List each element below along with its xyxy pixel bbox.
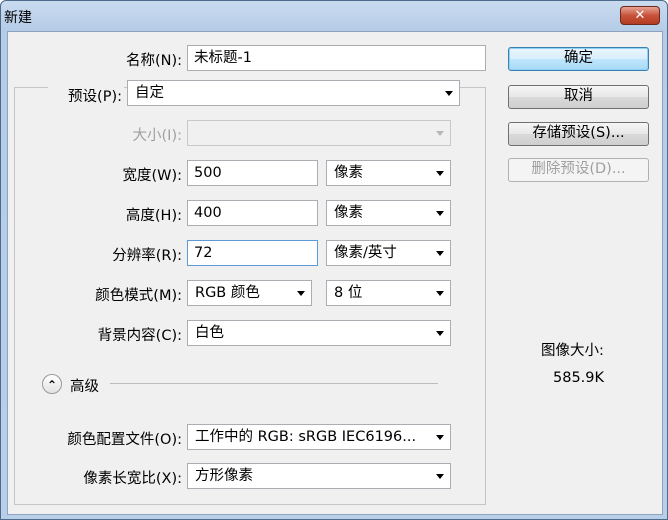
image-size-label: 图像大小:: [541, 343, 604, 359]
title-bar[interactable]: 新建 ✕: [1, 1, 667, 31]
image-size-value: 585.9K: [553, 370, 605, 386]
width-input[interactable]: 500: [187, 160, 318, 186]
chevron-down-icon: [436, 331, 444, 336]
preset-select[interactable]: 自定: [127, 80, 460, 106]
chevron-down-icon: [436, 474, 444, 479]
width-unit-select[interactable]: 像素: [326, 160, 451, 186]
chevron-down-icon: [436, 435, 444, 440]
background-select[interactable]: 白色: [187, 320, 451, 346]
size-label: 大小(I):: [132, 128, 182, 144]
chevron-down-icon: [297, 291, 305, 296]
cancel-button[interactable]: 取消: [508, 85, 649, 109]
resolution-input[interactable]: 72: [187, 240, 318, 266]
bit-depth-select[interactable]: 8 位: [326, 280, 451, 306]
pixel-aspect-label: 像素长宽比(X):: [83, 471, 182, 487]
save-preset-button[interactable]: 存储预设(S)...: [508, 122, 649, 146]
color-profile-select[interactable]: 工作中的 RGB: sRGB IEC6196...: [187, 424, 451, 450]
close-button[interactable]: ✕: [620, 6, 660, 25]
name-input[interactable]: 未标题-1: [187, 45, 486, 71]
chevron-up-icon: ⌃: [46, 378, 58, 392]
background-value: 白色: [195, 325, 224, 341]
width-unit-value: 像素: [334, 165, 363, 181]
resolution-unit-value: 像素/英寸: [334, 245, 397, 261]
advanced-toggle-button[interactable]: ⌃: [42, 374, 62, 394]
preset-label: 预设(P):: [48, 85, 124, 106]
pixel-aspect-value: 方形像素: [195, 468, 253, 484]
close-icon: ✕: [634, 8, 646, 23]
name-label: 名称(N):: [125, 53, 182, 69]
dialog-body: 名称(N): 未标题-1 预设(P): 自定 大小(I): 宽度(W): 500…: [7, 31, 663, 515]
height-unit-select[interactable]: 像素: [326, 200, 451, 226]
color-mode-value: RGB 颜色: [195, 285, 260, 301]
chevron-down-icon: [436, 251, 444, 256]
height-label: 高度(H):: [125, 208, 182, 224]
background-label: 背景内容(C):: [97, 328, 182, 344]
height-input[interactable]: 400: [187, 200, 318, 226]
width-label: 宽度(W):: [122, 168, 182, 184]
preset-value: 自定: [135, 85, 164, 101]
size-select: [187, 120, 451, 146]
color-profile-value: 工作中的 RGB: sRGB IEC6196...: [195, 429, 417, 445]
ok-button[interactable]: 确定: [508, 47, 649, 71]
chevron-down-icon: [436, 211, 444, 216]
color-mode-select[interactable]: RGB 颜色: [187, 280, 312, 306]
window-title: 新建: [4, 10, 32, 26]
chevron-down-icon: [436, 131, 444, 136]
color-mode-label: 颜色模式(M):: [95, 288, 182, 304]
chevron-down-icon: [436, 291, 444, 296]
advanced-divider: [110, 383, 438, 384]
delete-preset-button: 删除预设(D)...: [508, 158, 649, 182]
advanced-label: 高级: [70, 379, 99, 395]
resolution-unit-select[interactable]: 像素/英寸: [326, 240, 451, 266]
color-profile-label: 颜色配置文件(O):: [67, 432, 182, 448]
bit-depth-value: 8 位: [334, 285, 363, 301]
resolution-label: 分辨率(R):: [112, 248, 182, 264]
new-document-dialog: 新建 ✕ 名称(N): 未标题-1 预设(P): 自定 大小(I): 宽度(W)…: [0, 0, 668, 520]
chevron-down-icon: [445, 91, 453, 96]
height-unit-value: 像素: [334, 205, 363, 221]
pixel-aspect-select[interactable]: 方形像素: [187, 463, 451, 489]
chevron-down-icon: [436, 171, 444, 176]
